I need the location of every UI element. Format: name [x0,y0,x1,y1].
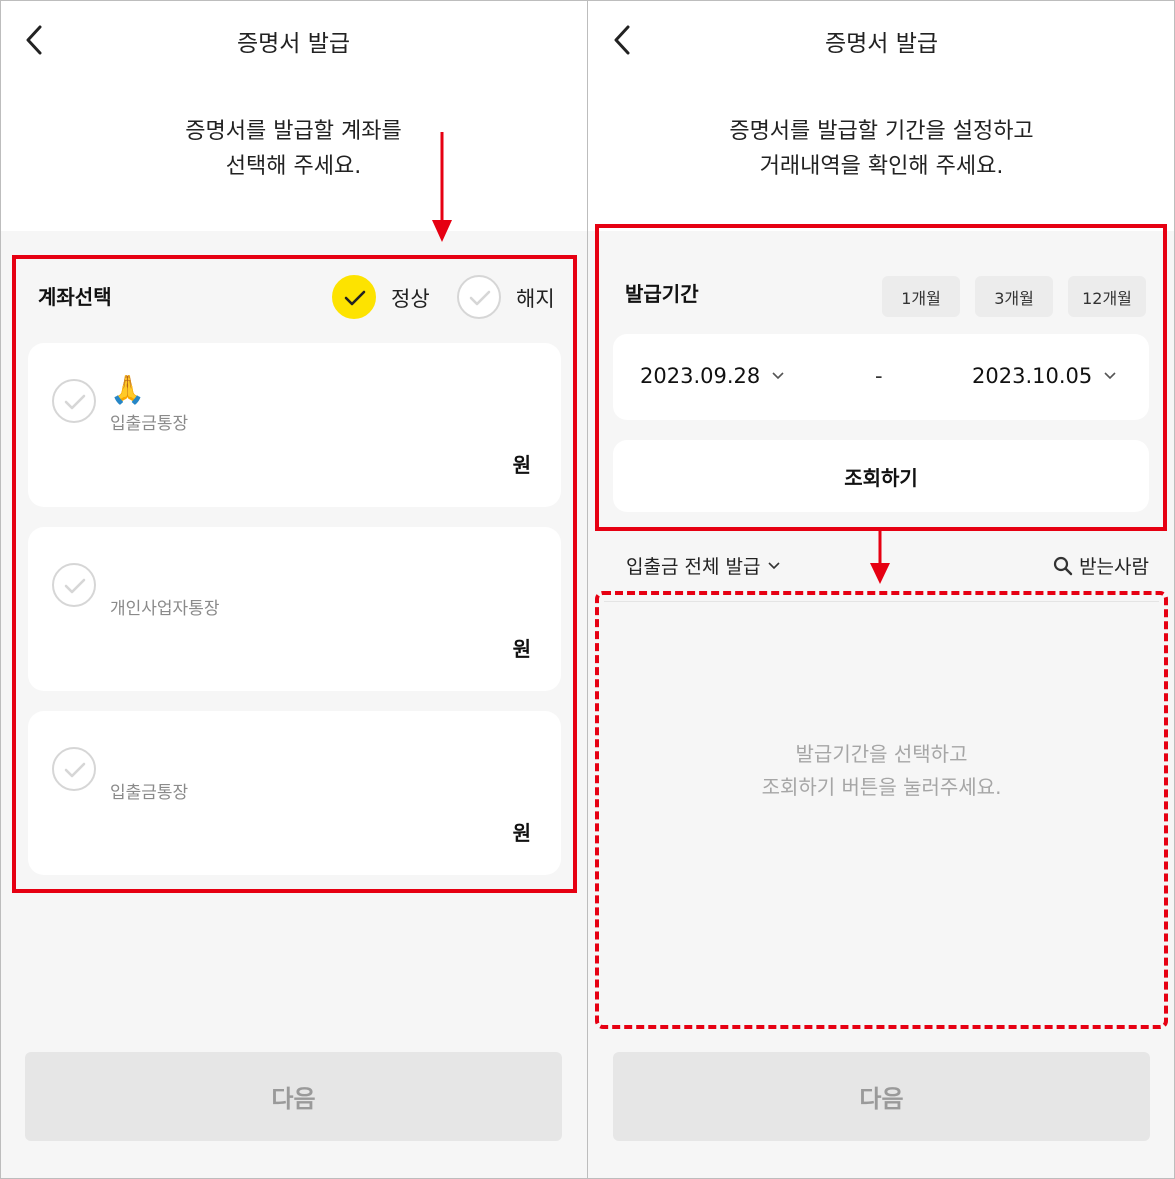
end-date-select[interactable]: 2023.10.05 [972,364,1116,388]
check-icon [64,762,86,778]
page-title: 증명서 발급 [236,31,351,57]
chevron-down-icon [772,372,784,380]
account-type: 입출금통장 [110,783,189,803]
date-range: 2023.09.28 - 2023.10.05 [613,334,1149,420]
account-card[interactable]: 🙏 입출금통장 원 [28,343,561,507]
empty-state-message: 발급기간을 선택하고 조회하기 버튼을 눌러주세요. [588,738,1175,804]
empty-line-2: 조회하기 버튼을 눌러주세요. [761,775,1002,799]
filter-normal-checkbox[interactable] [332,275,376,319]
instruction-text: 증명서를 발급할 기간을 설정하고 거래내역을 확인해 주세요. [588,114,1175,184]
empty-line-1: 발급기간을 선택하고 [795,742,968,766]
account-type: 입출금통장 [110,414,189,434]
account-balance: 원 [512,453,531,477]
date-separator: - [875,364,883,388]
period-select-screen: 증명서 발급 증명서를 발급할 기간을 설정하고 거래내역을 확인해 주세요. … [588,0,1175,1179]
account-balance: 원 [512,821,531,845]
account-nickname-emoji: 🙏 [110,373,145,406]
transaction-filter-label: 입출금 전체 발급 [626,556,761,578]
period-1-month-button[interactable]: 1개월 [882,276,960,317]
search-icon [1053,556,1073,575]
transaction-filter-select[interactable]: 입출금 전체 발급 [626,552,781,579]
account-type: 개인사업자통장 [110,599,220,619]
check-icon [64,394,86,410]
section-title: 계좌선택 [38,285,112,309]
filter-closed-checkbox[interactable] [457,275,501,319]
start-date-value: 2023.09.28 [640,364,761,388]
account-checkbox[interactable] [52,747,96,791]
start-date-select[interactable]: 2023.09.28 [640,364,784,388]
account-balance: 원 [512,637,531,661]
account-checkbox[interactable] [52,563,96,607]
check-icon [344,290,366,306]
account-checkbox[interactable] [52,379,96,423]
section-title: 발급기간 [625,282,699,306]
account-select-screen: 증명서 발급 증명서를 발급할 계좌를 선택해 주세요. 계좌선택 정상 해지 … [0,0,587,1179]
period-3-month-button[interactable]: 3개월 [975,276,1053,317]
instruction-line-2: 거래내역을 확인해 주세요. [759,154,1004,179]
account-card[interactable]: 개인사업자통장 원 [28,527,561,691]
next-button[interactable]: 다음 [25,1052,562,1141]
instruction-text: 증명서를 발급할 계좌를 선택해 주세요. [0,114,587,184]
filter-normal-label[interactable]: 정상 [391,283,430,313]
filter-closed-label[interactable]: 해지 [516,283,555,313]
instruction-line-1: 증명서를 발급할 계좌를 [185,119,402,144]
page-title: 증명서 발급 [824,31,939,57]
chevron-down-icon [1104,372,1116,380]
end-date-value: 2023.10.05 [972,364,1093,388]
period-12-month-button[interactable]: 12개월 [1068,276,1146,317]
search-button[interactable]: 조회하기 [613,440,1149,512]
divider [604,601,1159,602]
header: 증명서 발급 [0,0,587,80]
recipient-label: 받는사람 [1079,556,1149,578]
instruction-line-2: 선택해 주세요. [225,154,362,179]
recipient-search[interactable]: 받는사람 [1053,552,1149,579]
instruction-line-1: 증명서를 발급할 기간을 설정하고 [729,119,1034,144]
next-button[interactable]: 다음 [613,1052,1150,1141]
account-card[interactable]: 입출금통장 원 [28,711,561,875]
header: 증명서 발급 [588,0,1175,80]
check-icon [469,290,491,306]
chevron-down-icon [768,561,781,569]
check-icon [64,578,86,594]
